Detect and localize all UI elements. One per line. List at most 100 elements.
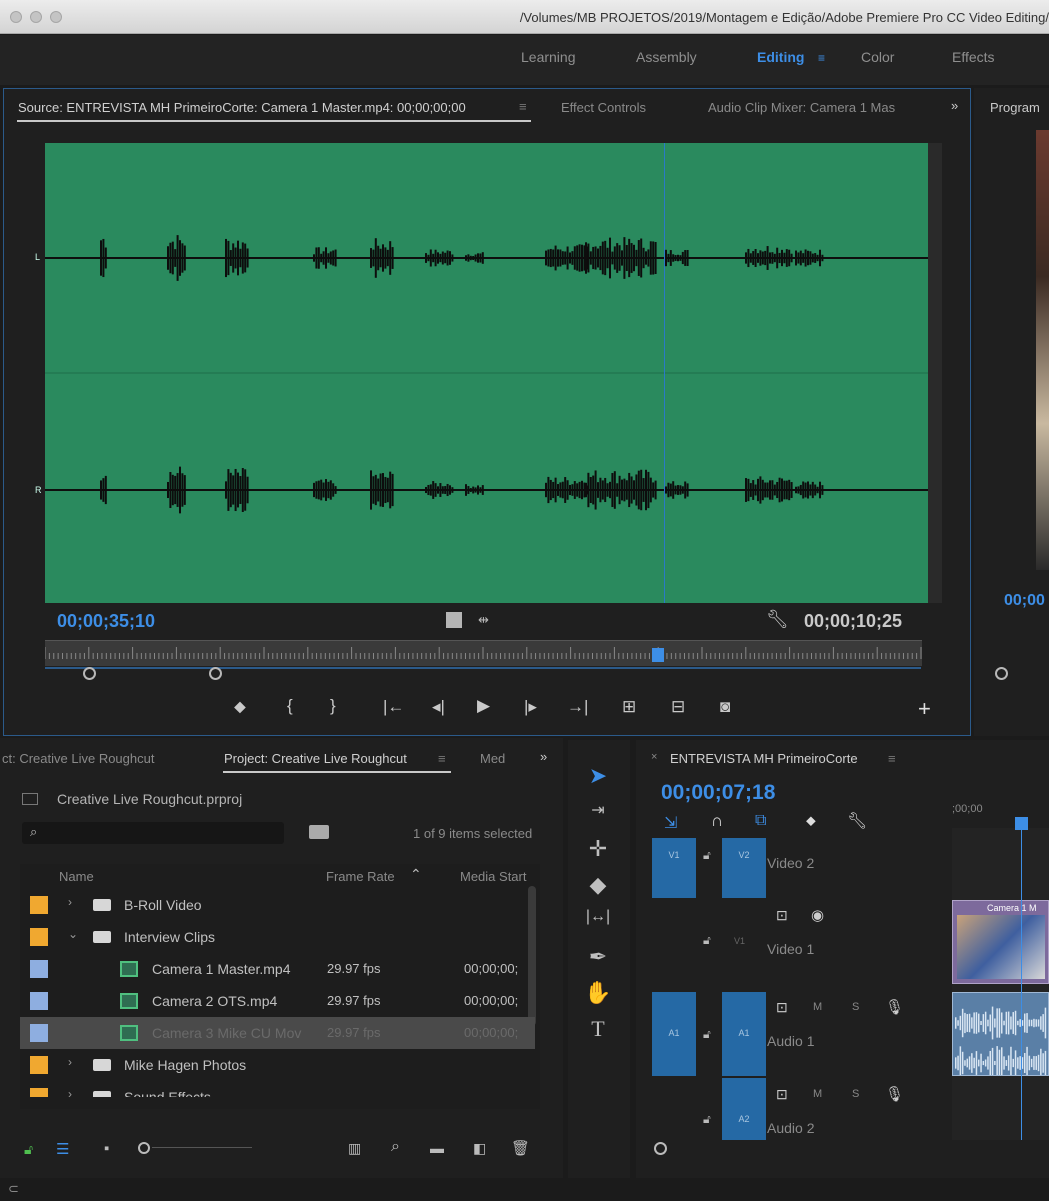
workspace-menu-icon[interactable]: ≡ [818,51,830,65]
timeline-audio-clip[interactable] [952,992,1049,1080]
target-track-a1[interactable]: A1 [722,992,766,1076]
close-tab-icon[interactable]: × [651,751,657,763]
tab-project[interactable]: Project: Creative Live Roughcut [224,751,407,766]
program-timecode[interactable]: 00;00 [1004,592,1045,610]
linked-selection-icon[interactable]: ⧉ [755,812,766,830]
mark-in-button[interactable]: { [287,696,293,716]
insert-nest-icon[interactable]: ⇲ [664,813,677,833]
tab-sequence[interactable]: ENTREVISTA MH PrimeiroCorte [670,751,858,766]
drag-audio-icon[interactable]: ⇹ [478,612,489,628]
new-bin-icon[interactable]: ▬ [430,1140,444,1156]
solo-track-button[interactable]: S [852,1001,859,1013]
workspace-tab-editing[interactable]: Editing [757,49,804,65]
tab-source[interactable]: Source: ENTREVISTA MH PrimeiroCorte: Cam… [18,100,466,115]
slip-tool-icon[interactable]: |↔| [580,908,616,938]
mute-track-button[interactable]: M [813,1088,822,1100]
mute-track-button[interactable]: M [813,1001,822,1013]
disclosure-triangle-icon[interactable]: › [68,1087,72,1097]
voice-over-mic-icon[interactable]: 🎙︎ [885,998,904,1016]
list-item[interactable]: Camera 2 OTS.mp4 29.97 fps 00;00;00; [20,985,535,1017]
project-search-input[interactable]: ⌕ [22,822,284,844]
pen-tool-icon[interactable]: ✒ [580,944,616,974]
find-icon[interactable]: ⌕ [391,1138,400,1156]
new-search-bin-icon[interactable] [309,825,329,839]
workspace-tab-effects[interactable]: Effects [952,49,995,65]
play-button[interactable]: ▶ [477,696,490,716]
selection-tool-icon[interactable]: ➤ [580,763,616,793]
mark-out-button[interactable]: } [330,696,336,716]
snap-magnet-icon[interactable]: ∩ [711,811,723,831]
go-to-in-button[interactable]: |← [383,697,404,717]
panel-overflow-icon[interactable]: » [951,98,958,113]
tab-media-browser[interactable]: Med [480,751,505,766]
source-time-ruler[interactable] [44,640,922,666]
add-marker-icon[interactable]: ⬥ [806,812,816,829]
disclosure-triangle-icon[interactable]: ⌄ [68,927,78,941]
list-item[interactable]: › Mike Hagen Photos [20,1049,535,1081]
source-timecode-current[interactable]: 00;00;35;10 [57,611,155,632]
column-header-media-start[interactable]: Media Start [460,869,526,884]
automate-to-sequence-icon[interactable]: ▥ [348,1140,361,1157]
panel-menu-icon[interactable]: ≡ [438,751,446,766]
lock-icon[interactable]: 🔓︎ [24,1141,33,1158]
label-color-swatch[interactable] [30,896,48,914]
insert-icon[interactable]: ⊞ [622,697,636,717]
column-header-frame-rate[interactable]: Frame Rate [326,869,395,884]
label-color-swatch[interactable] [30,928,48,946]
ripple-edit-tool-icon[interactable]: ✛ [580,836,616,866]
target-track-a2[interactable]: A2 [722,1078,766,1140]
timeline-zoom-scrollbar[interactable] [652,1142,1049,1156]
tab-project-previous[interactable]: ct: Creative Live Roughcut [2,751,154,766]
voice-over-mic-icon[interactable]: 🎙︎ [885,1085,904,1103]
track-select-tool-icon[interactable]: ⇥ [580,800,616,830]
toggle-track-output-eye-icon[interactable]: ◉ [811,906,824,924]
workspace-tab-color[interactable]: Color [861,49,894,65]
type-tool-icon[interactable]: T [580,1016,616,1046]
label-color-swatch[interactable] [30,1056,48,1074]
workspace-tab-assembly[interactable]: Assembly [636,49,697,65]
tab-effect-controls[interactable]: Effect Controls [561,100,646,115]
panel-overflow-icon[interactable]: » [540,749,547,764]
source-patch-v1[interactable]: V1 [652,838,696,898]
tab-program[interactable]: Program [990,100,1040,115]
razor-tool-icon[interactable]: ◆ [580,872,616,902]
new-item-icon[interactable]: ◧ [473,1140,486,1157]
track-lock-icon[interactable]: 🔓︎ [703,1027,711,1042]
zoom-scrollbar-track[interactable] [45,667,921,669]
label-color-swatch[interactable] [30,960,48,978]
zoom-handle-left[interactable] [83,667,96,680]
track-lock-icon[interactable]: 🔓︎ [703,1112,711,1127]
fit-zoom-icon[interactable] [446,612,462,628]
settings-wrench-icon[interactable]: 🔧︎ [766,609,789,630]
zoom-handle-right[interactable] [209,667,222,680]
step-back-button[interactable]: ◂| [432,697,445,717]
column-header-name[interactable]: Name [59,869,94,884]
toggle-sync-lock-icon[interactable]: ⊡ [776,999,788,1016]
label-color-swatch[interactable] [30,1088,48,1097]
list-item[interactable]: › Sound Effects [20,1081,535,1097]
list-item[interactable]: Camera 3 Mike CU Mov 29.97 fps 00;00;00; [20,1017,535,1049]
add-marker-icon[interactable]: ⬥ [234,697,246,717]
step-forward-button[interactable]: |▸ [524,697,537,717]
icon-view-icon[interactable]: ▪ [104,1140,109,1157]
list-item[interactable]: › B-Roll Video [20,889,535,921]
zoom-window-button[interactable] [50,11,62,23]
timeline-playhead-handle[interactable] [1015,817,1028,830]
track-lock-icon[interactable]: 🔓︎ [703,848,711,863]
hand-tool-icon[interactable]: ✋ [580,980,616,1010]
list-item[interactable]: Camera 1 Master.mp4 29.97 fps 00;00;00; [20,953,535,985]
overwrite-icon[interactable]: ⊟ [671,697,685,717]
label-color-swatch[interactable] [30,1024,48,1042]
source-patch-a1[interactable]: A1 [652,992,696,1076]
list-view-icon[interactable]: ☰ [56,1140,69,1158]
source-playhead-handle[interactable] [652,648,664,662]
minimize-window-button[interactable] [30,11,42,23]
target-track-v1[interactable]: V1 [734,936,745,946]
target-track-v2[interactable]: V2 [722,838,766,898]
tab-audio-clip-mixer[interactable]: Audio Clip Mixer: Camera 1 Mas [708,100,895,115]
close-window-button[interactable] [10,11,22,23]
disclosure-triangle-icon[interactable]: › [68,895,72,909]
sort-ascending-icon[interactable]: ⌃ [410,866,422,883]
label-color-swatch[interactable] [30,992,48,1010]
toggle-sync-lock-icon[interactable]: ⊡ [776,1086,788,1103]
